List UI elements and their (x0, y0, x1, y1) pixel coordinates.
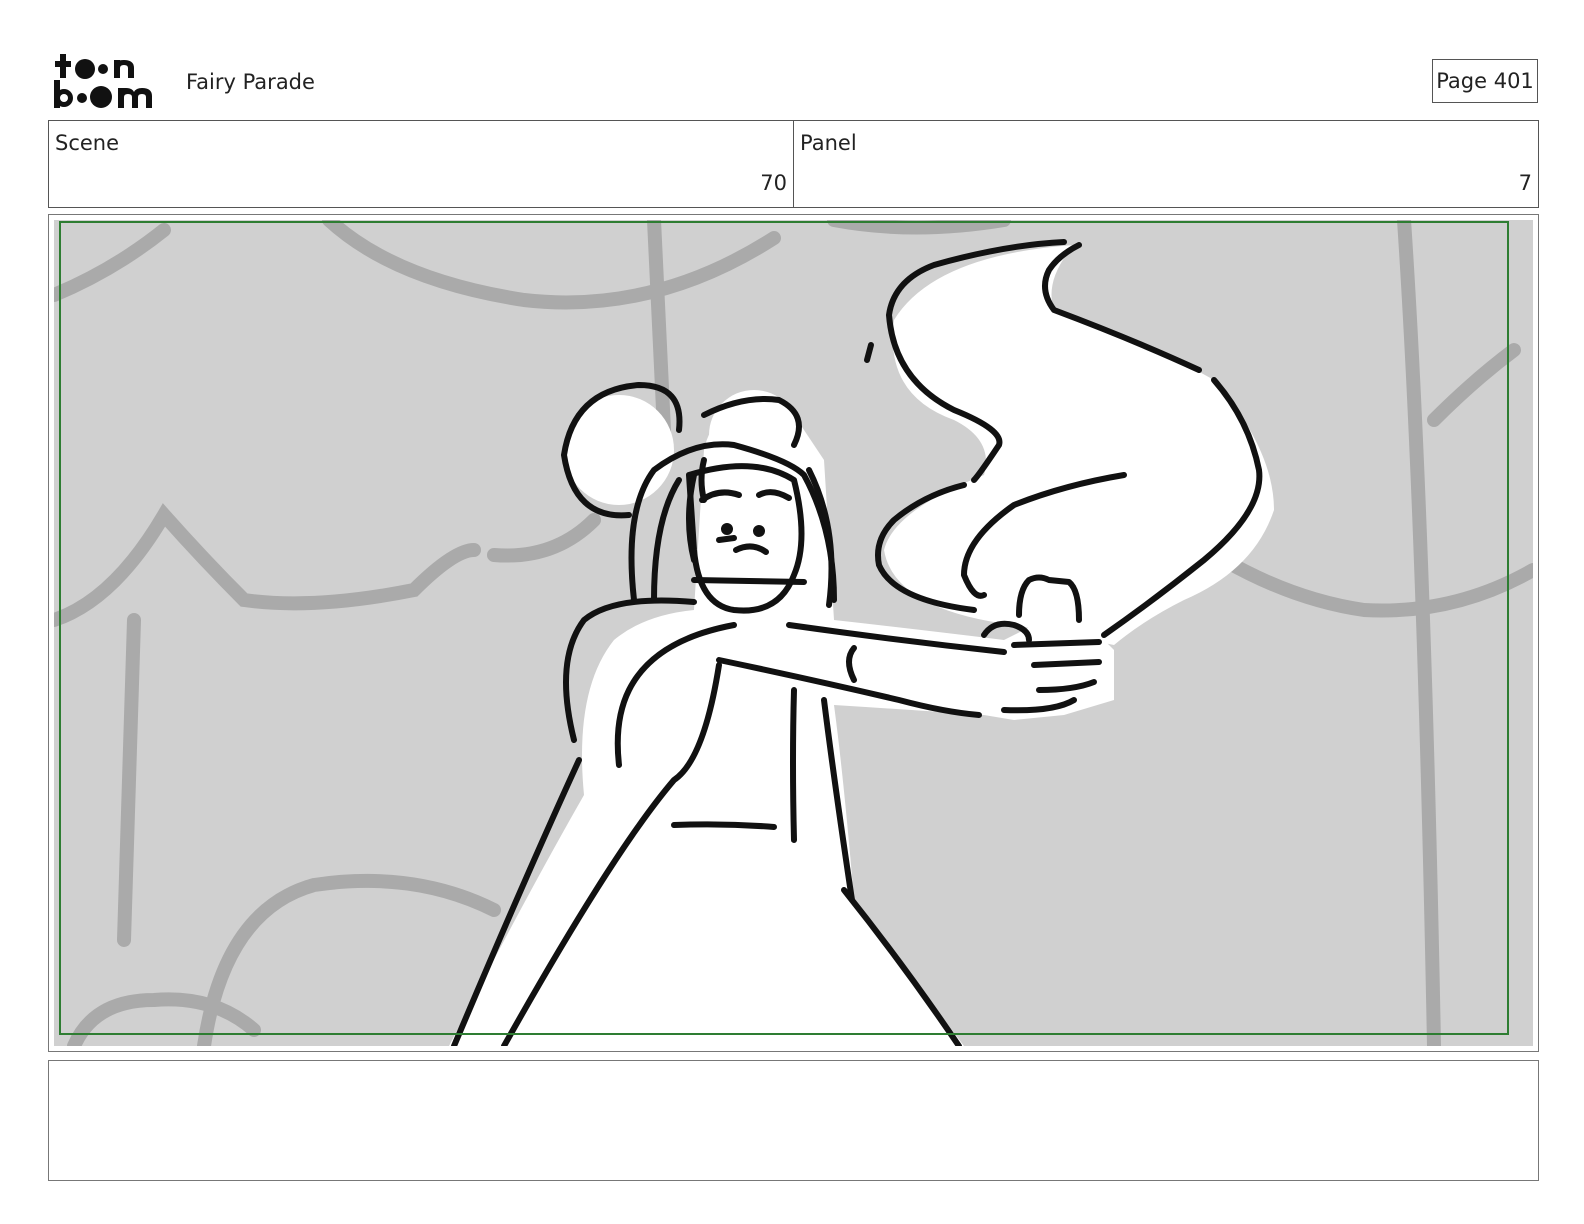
logo-top-row (55, 54, 134, 79)
page-number: Page 401 (1436, 69, 1534, 93)
drawing-canvas (54, 220, 1533, 1046)
storyboard-frame (48, 214, 1539, 1052)
panel-cell: Panel 7 (793, 121, 1538, 207)
logo-bottom-row (54, 80, 152, 108)
panel-label: Panel (800, 131, 857, 155)
toon-boom-logo (54, 54, 152, 108)
scene-value: 70 (760, 171, 787, 195)
project-title: Fairy Parade (186, 70, 315, 94)
storyboard-drawing (54, 220, 1533, 1046)
scene-panel-info-row: Scene 70 Panel 7 (48, 120, 1539, 208)
scene-cell: Scene 70 (49, 121, 793, 207)
page-number-box: Page 401 (1432, 59, 1538, 103)
notes-box[interactable] (48, 1060, 1539, 1181)
scene-label: Scene (55, 131, 120, 155)
panel-value: 7 (1518, 171, 1532, 195)
